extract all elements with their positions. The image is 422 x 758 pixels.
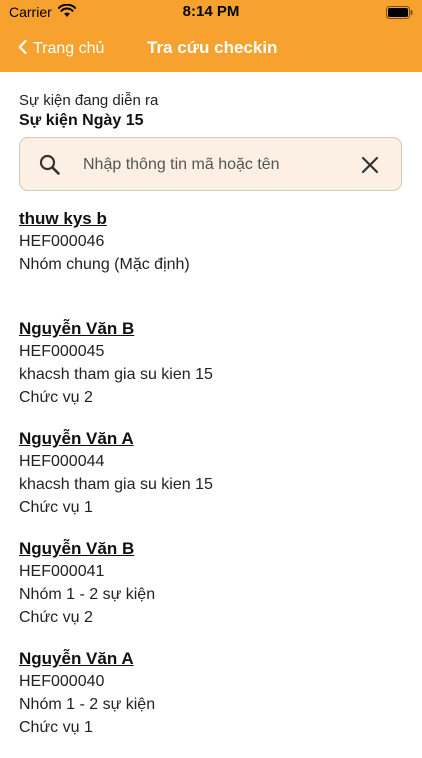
attendee-name[interactable]: Nguyễn Văn B (19, 538, 409, 560)
attendee-code: HEF000045 (19, 343, 105, 360)
attendee-position: Chức vụ 2 (19, 389, 93, 406)
current-event-caption: Sự kiện đang diễn ra (19, 92, 159, 109)
attendee-group: khacsh tham gia su kien 15 (19, 476, 213, 493)
attendee-list: thuw kys b HEF000046 Nhóm chung (Mặc địn… (19, 208, 409, 758)
attendee-position: Chức vụ 1 (19, 499, 93, 516)
list-item[interactable]: thuw kys b HEF000046 Nhóm chung (Mặc địn… (19, 208, 409, 318)
attendee-name[interactable]: Nguyễn Văn A (19, 648, 409, 670)
attendee-position: Chức vụ 2 (19, 609, 93, 626)
list-item[interactable]: Nguyễn Văn B HEF000045 khacsh tham gia s… (19, 318, 409, 428)
attendee-name[interactable]: Nguyễn Văn A (19, 428, 409, 450)
attendee-group: Nhóm 1 - 2 sự kiện (19, 586, 156, 603)
current-event-name: Sự kiện Ngày 15 (19, 112, 144, 129)
attendee-code: HEF000046 (19, 233, 105, 250)
attendee-code: HEF000041 (19, 563, 105, 580)
attendee-group: khacsh tham gia su kien 15 (19, 366, 213, 383)
status-bar: Carrier 8:14 PM (0, 0, 422, 24)
back-button[interactable]: Trang chủ (18, 38, 104, 60)
list-item[interactable]: Nguyễn Văn A HEF000044 khacsh tham gia s… (19, 428, 409, 538)
navigation-bar: Trang chủ Tra cứu checkin (0, 28, 422, 68)
attendee-group: Nhóm chung (Mặc định) (19, 256, 190, 273)
attendee-name[interactable]: thuw kys b (19, 208, 409, 230)
list-item[interactable]: Nguyễn Văn A HEF000040 Nhóm 1 - 2 sự kiệ… (19, 648, 409, 758)
battery-icon (386, 6, 413, 24)
back-button-label: Trang chủ (33, 40, 105, 57)
attendee-code: HEF000044 (19, 453, 105, 470)
list-item[interactable]: Nguyễn Văn B HEF000041 Nhóm 1 - 2 sự kiệ… (19, 538, 409, 648)
search-input[interactable] (81, 151, 355, 179)
chevron-left-icon (18, 39, 27, 59)
search-box (19, 137, 402, 191)
attendee-code: HEF000040 (19, 673, 105, 690)
search-icon (39, 154, 61, 181)
app-header: Carrier 8:14 PM Trang chủ Tra cứu checki… (0, 0, 422, 72)
attendee-position: Chức vụ 1 (19, 719, 93, 736)
page-title: Tra cứu checkin (147, 38, 278, 57)
clock: 8:14 PM (182, 3, 240, 20)
close-icon[interactable] (361, 156, 379, 179)
attendee-group: Nhóm 1 - 2 sự kiện (19, 696, 156, 713)
attendee-name[interactable]: Nguyễn Văn B (19, 318, 409, 340)
